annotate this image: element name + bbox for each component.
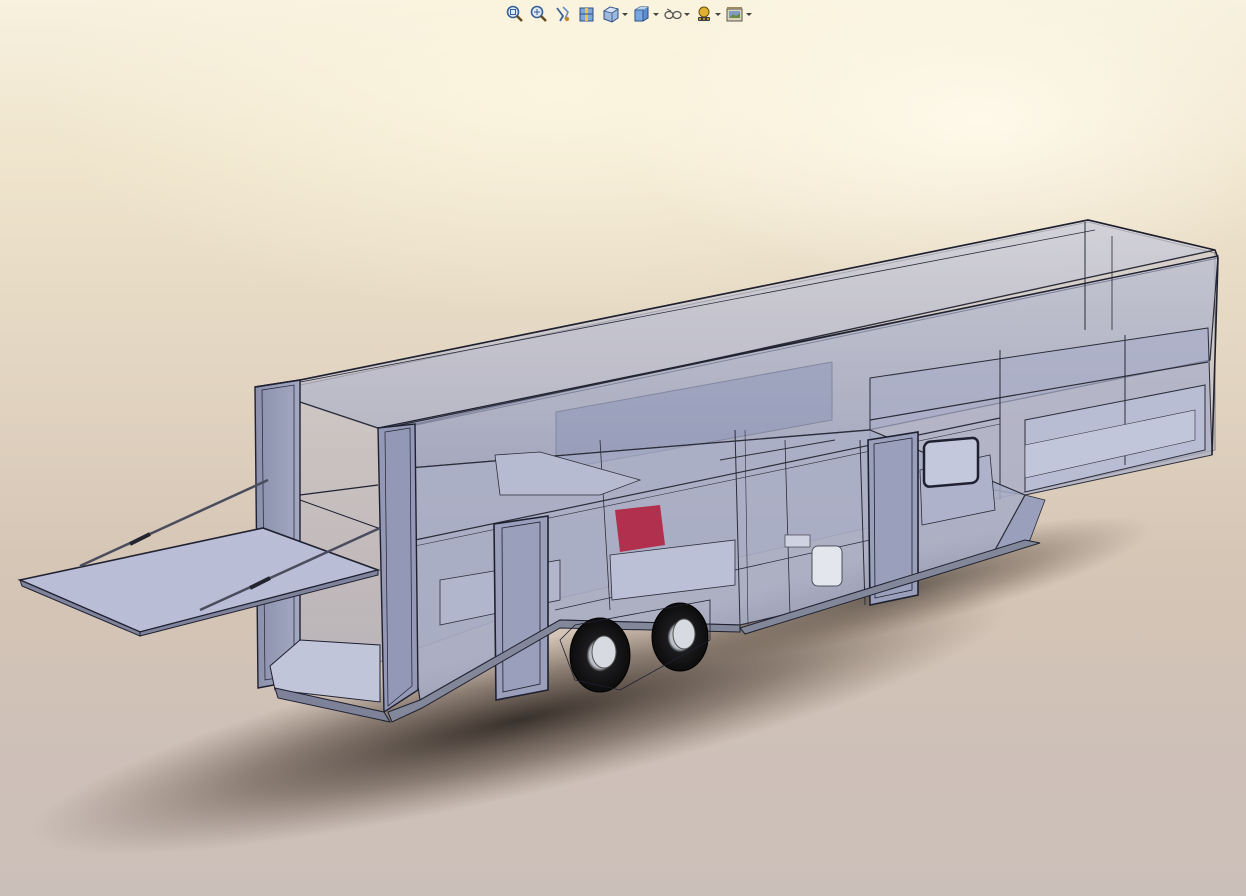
trailer-3d-model[interactable]	[0, 0, 1246, 896]
graphics-viewport[interactable]	[0, 0, 1246, 896]
red-seat	[615, 505, 665, 552]
side-window	[922, 436, 980, 488]
toilet	[811, 545, 843, 587]
